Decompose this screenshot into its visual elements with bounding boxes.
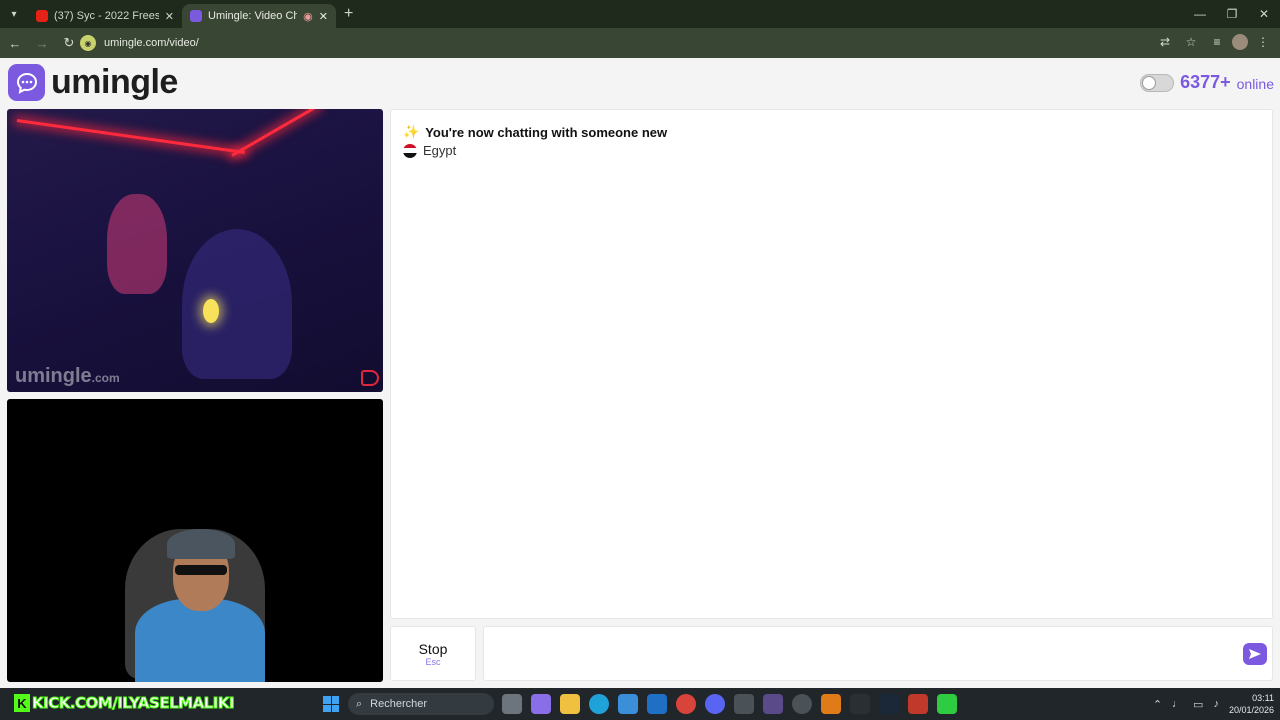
status-text: You're now chatting with someone new: [425, 124, 668, 140]
site-info-icon[interactable]: ◉: [80, 35, 96, 51]
toolbar-right: ⇄ ☆ ≡ ⋮: [1154, 31, 1274, 53]
stop-shortcut: Esc: [425, 656, 441, 667]
chat-bubble-icon: [8, 64, 45, 101]
online-count: 6377+: [1180, 72, 1231, 92]
system-tray: ⌃ ♩ ▭ ♪ 03:11 20/01/2026: [1153, 688, 1274, 720]
new-tab-button[interactable]: +: [344, 5, 353, 23]
app-icon[interactable]: [821, 694, 841, 714]
app-icon[interactable]: [850, 694, 870, 714]
url-field[interactable]: ◉ umingle.com/video/: [80, 31, 1200, 55]
discord-icon[interactable]: [705, 694, 725, 714]
egypt-flag-icon: [403, 143, 417, 158]
window-controls: — ❐ ✕: [1184, 0, 1280, 28]
theme-toggle[interactable]: [1140, 73, 1175, 92]
hooded-person: [182, 229, 292, 379]
chat-status: ✨ You're now chatting with someone new: [403, 124, 667, 140]
country-text: Egypt: [423, 143, 457, 158]
tab-umingle[interactable]: Umingle: Video Chat with St ◉ ✕: [182, 4, 336, 28]
send-button[interactable]: [1243, 643, 1267, 665]
edge-icon[interactable]: [589, 694, 609, 714]
menu-kebab-icon[interactable]: ⋮: [1252, 31, 1274, 53]
umingle-page: umingle 6377+ online umingle.com ✨ You'r…: [0, 58, 1280, 688]
display-icon[interactable]: ▭: [1193, 698, 1203, 711]
clock-date: 20/01/2026: [1228, 705, 1274, 715]
volume-icon[interactable]: ♪: [1213, 698, 1219, 710]
profile-avatar[interactable]: [1232, 34, 1248, 50]
online-indicator: 6377+ online: [1140, 72, 1274, 93]
youtube-icon: [36, 10, 48, 22]
umingle-logo[interactable]: umingle: [8, 63, 178, 102]
close-tab-icon[interactable]: ✕: [165, 10, 174, 23]
clock[interactable]: 03:11 20/01/2026: [1229, 692, 1274, 716]
tab-search-icon[interactable]: ▾: [0, 0, 28, 28]
translate-icon[interactable]: ⇄: [1154, 31, 1176, 53]
microphone-light: [203, 299, 219, 323]
sparkle-icon: ✨: [403, 124, 420, 139]
steam-icon[interactable]: [879, 694, 899, 714]
recording-icon: ◉: [303, 10, 313, 23]
stop-button[interactable]: Stop Esc: [390, 626, 476, 681]
taskbar-search[interactable]: ⌕ Rechercher: [348, 693, 494, 715]
search-icon: ⌕: [356, 697, 363, 710]
send-icon: [1249, 649, 1261, 659]
url-text: umingle.com/video/: [104, 37, 199, 49]
address-bar-row: ← → ↻ ◉ umingle.com/video/ ⇄ ☆ ≡ ⋮: [0, 28, 1280, 58]
copilot-icon[interactable]: [531, 694, 551, 714]
store-icon[interactable]: [618, 694, 638, 714]
forward-icon[interactable]: →: [30, 31, 54, 55]
search-label: Rechercher: [370, 698, 428, 710]
outlook-icon[interactable]: [647, 694, 667, 714]
bookmark-star-icon[interactable]: ☆: [1180, 31, 1202, 53]
close-tab-icon[interactable]: ✕: [319, 10, 328, 23]
webcam-person: [125, 519, 275, 682]
taskbar-apps: [502, 694, 957, 714]
online-label: online: [1236, 76, 1274, 92]
reload-icon[interactable]: ↻: [57, 31, 81, 55]
minimize-icon[interactable]: —: [1184, 0, 1216, 28]
clock-time: 03:11: [1252, 693, 1274, 703]
umingle-watermark: umingle.com: [15, 365, 120, 387]
report-flag-icon[interactable]: [361, 370, 379, 386]
message-input[interactable]: [483, 626, 1273, 681]
umingle-icon: [190, 10, 202, 22]
stop-label: Stop: [418, 640, 448, 657]
neon-light-strip: [231, 109, 320, 157]
app-icon[interactable]: [937, 694, 957, 714]
app-icon[interactable]: [734, 694, 754, 714]
skull-poster: [107, 194, 167, 294]
kick-logo-icon: K: [14, 694, 30, 712]
windows-start-icon[interactable]: [323, 696, 339, 712]
app-icon[interactable]: [908, 694, 928, 714]
stream-overlay-text: KICK.COM/ILYASELMALIKI: [31, 694, 235, 713]
stream-overlay: K KICK.COM/ILYASELMALIKI: [14, 694, 235, 713]
restore-icon[interactable]: ❐: [1216, 0, 1248, 28]
browser-tabbar: ▾ (37) Syc - 2022 Freestyle ( Prod ✕ Umi…: [0, 0, 1280, 28]
tab-title: Umingle: Video Chat with St: [208, 10, 298, 22]
self-video: [7, 399, 383, 682]
tab-youtube[interactable]: (37) Syc - 2022 Freestyle ( Prod ✕: [28, 4, 182, 28]
tab-title: (37) Syc - 2022 Freestyle ( Prod: [54, 10, 159, 22]
microphone-icon[interactable]: ♩: [1172, 698, 1183, 710]
chrome-icon[interactable]: [676, 694, 696, 714]
task-view-icon[interactable]: [502, 694, 522, 714]
app-icon[interactable]: [792, 694, 812, 714]
chat-country: Egypt: [403, 143, 456, 158]
close-window-icon[interactable]: ✕: [1248, 0, 1280, 28]
media-control-icon[interactable]: ≡: [1206, 31, 1228, 53]
back-icon[interactable]: ←: [3, 31, 27, 55]
chat-panel: ✨ You're now chatting with someone new E…: [390, 109, 1273, 619]
file-explorer-icon[interactable]: [560, 694, 580, 714]
windows-taskbar: K KICK.COM/ILYASELMALIKI ⌕ Rechercher ⌃ …: [0, 688, 1280, 720]
app-icon[interactable]: [763, 694, 783, 714]
chevron-up-icon[interactable]: ⌃: [1153, 698, 1162, 711]
logo-text: umingle: [51, 63, 178, 101]
neon-light-strip: [16, 119, 245, 154]
stranger-video: umingle.com: [7, 109, 383, 392]
